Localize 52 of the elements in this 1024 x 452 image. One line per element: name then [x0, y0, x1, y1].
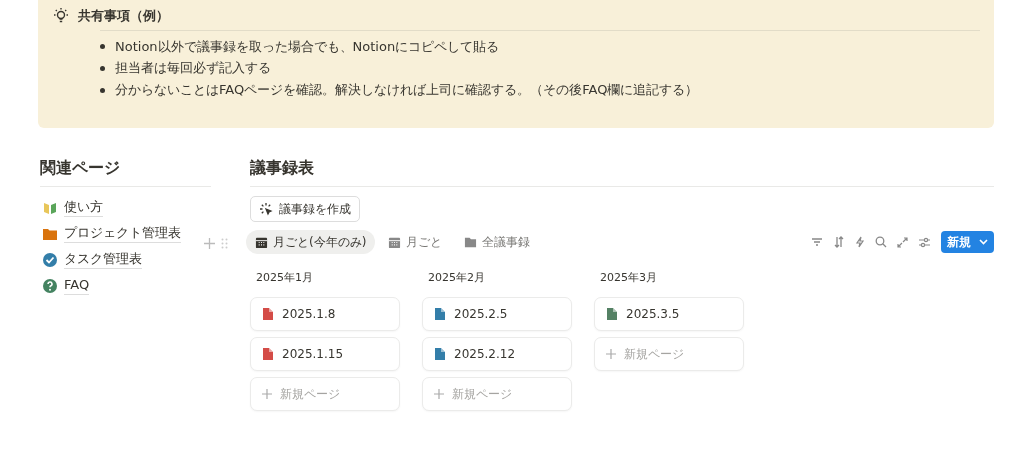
list-item: 担当者は毎回必ず記入する [115, 60, 271, 78]
drag-handle-icon[interactable] [221, 237, 228, 249]
lightbulb-icon [52, 6, 70, 25]
card-title: 2025.1.8 [282, 305, 336, 323]
group-label: 2025年2月 [428, 270, 486, 286]
sparkle-cursor-icon [259, 202, 273, 216]
card-title: 2025.2.12 [454, 345, 516, 363]
group-label: 2025年3月 [600, 270, 658, 286]
search-icon[interactable] [875, 236, 887, 248]
bullet-icon [100, 88, 105, 94]
new-button[interactable]: 新規 [941, 231, 994, 253]
page-card[interactable]: 2025.2.12 [422, 336, 572, 371]
card-title: 2025.3.5 [626, 305, 680, 323]
caret-icon [979, 239, 988, 245]
page-card[interactable]: 2025.3.5 [594, 296, 744, 331]
expand-icon[interactable] [897, 236, 908, 248]
view-tab[interactable]: 全議事録 [455, 230, 540, 254]
leaf-icon [42, 200, 58, 216]
folder-icon [42, 226, 58, 242]
folder-icon [464, 235, 478, 249]
page-link[interactable]: タスク管理表 [42, 247, 211, 273]
view-tab[interactable]: 月ごと(今年のみ) [246, 230, 376, 254]
bullet-icon [100, 66, 105, 72]
plus-icon [434, 388, 444, 399]
page-link[interactable]: FAQ [42, 273, 211, 299]
callout-title: 共有事項（例） [78, 7, 169, 25]
verified-icon [42, 252, 58, 268]
calendar-icon [388, 235, 402, 249]
lightning-icon[interactable] [855, 236, 865, 248]
bullet-icon [100, 44, 105, 50]
section-heading: 関連ページ [40, 156, 211, 187]
list-item: 分からないことはFAQページを確認。解決しなければ上司に確認する。（その後FAQ欄に追記する） [115, 82, 699, 100]
create-button[interactable]: 議事録を作成 [250, 196, 360, 222]
calendar-icon [255, 235, 268, 249]
page-card[interactable]: 2025.1.15 [250, 336, 400, 371]
card-title: 2025.2.5 [454, 305, 508, 323]
settings-icon[interactable] [918, 236, 931, 248]
filter-icon[interactable] [811, 237, 823, 247]
view-tab[interactable]: 月ごと [379, 230, 452, 254]
plus-icon [606, 348, 616, 359]
group-label: 2025年1月 [256, 270, 314, 286]
page-card[interactable]: 2025.2.5 [422, 296, 572, 331]
card-title: 2025.1.15 [282, 345, 344, 363]
page-link[interactable]: プロジェクト管理表 [42, 221, 211, 247]
question-icon [42, 278, 58, 294]
sort-icon[interactable] [833, 236, 845, 248]
add-icon[interactable] [204, 237, 215, 249]
page-card[interactable]: 2025.1.8 [250, 296, 400, 331]
page-link[interactable]: 使い方 [42, 195, 211, 221]
plus-icon [262, 388, 272, 399]
list-item: Notion以外で議事録を取った場合でも、Notionにコピペして貼る [115, 38, 500, 56]
database-title: 議事録表 [250, 156, 994, 187]
